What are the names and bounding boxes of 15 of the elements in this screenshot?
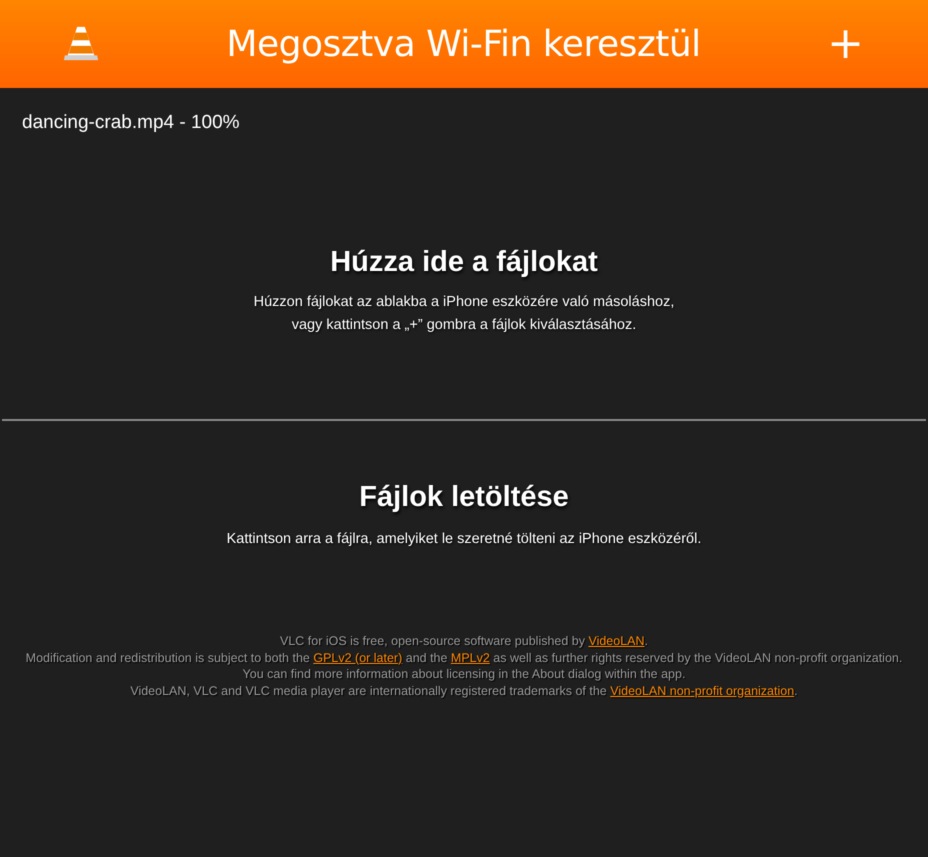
footer-text: VideoLAN, VLC and VLC media player are internationally registered trademarks of the VideoLAN non-profit organization.: [130, 682, 798, 699]
footer-text: Modification and redistribution is subject to both the GPLv2 (or later) and the MPLv2 as well as further rights reserved by the VideoLAN non-profit organization.: [26, 650, 902, 666]
footer-text: You can find more information about licensing in the About dialog within the app.: [242, 666, 686, 682]
footer-text: VLC for iOS is free, open-source software published by VideoLAN.: [280, 633, 648, 650]
footer-link[interactable]: VideoLAN non-profit organization: [610, 684, 794, 698]
page-title: Megosztva Wi-Fin keresztül: [225, 24, 702, 64]
section-heading: Fájlok letöltése: [359, 481, 569, 514]
footer-link[interactable]: VideoLAN: [588, 634, 645, 648]
section-heading: Húzza ide a fájlokat: [330, 246, 598, 279]
instructions-text: Húzzon fájlokat az ablakba a iPhone eszközére való másoláshoz, vagy kattintson a „+” gombra a fájlok kiválasztásához.: [254, 293, 674, 335]
footer-link[interactable]: GPLv2 (or later): [313, 650, 402, 664]
instructions-text: Kattintson arra a fájlra, amelyiket le szeretné tölteni az iPhone eszközéről.: [226, 530, 702, 549]
traffic-cone-icon: [62, 25, 100, 63]
upload-status: dancing-crab.mp4 - 100%: [22, 112, 240, 134]
footer-link[interactable]: MPLv2: [450, 650, 490, 664]
